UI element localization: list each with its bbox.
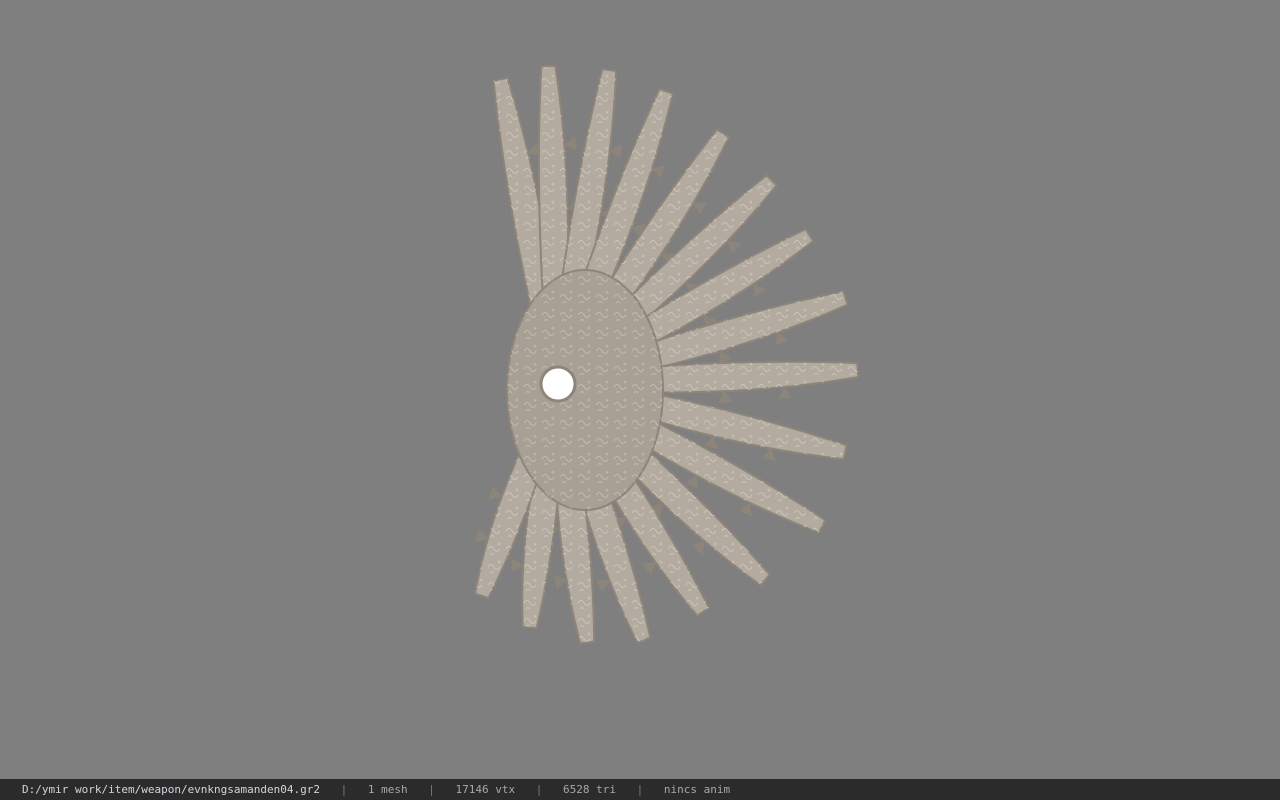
vertex-count-label: 17146 vtx [455,783,516,796]
blade-spike [563,136,576,151]
weapon-model-render[interactable] [0,0,1280,779]
shield-core [506,269,664,511]
triangle-count-label: 6528 tri [563,783,616,796]
blade-spike [511,558,524,573]
blade-spike [727,240,742,254]
blade-spike [739,502,752,517]
separator: | [340,783,348,796]
mesh-count-label: 1 mesh [367,783,408,796]
blade-spike [596,578,611,593]
center-hole [539,365,577,403]
3d-viewport[interactable] [0,0,1280,779]
blade-spike [718,390,733,404]
blade-spike [718,350,732,364]
blade-spike [753,283,767,297]
separator: | [535,783,543,796]
blade-spike [692,540,705,555]
file-path-label: D:/ymir work/item/weapon/evnkngsamanden0… [22,783,321,796]
separator: | [428,783,435,796]
status-bar: D:/ymir work/item/weapon/evnkngsamanden0… [0,779,1280,800]
separator: | [636,783,644,796]
blade-spike [692,202,708,215]
blade-spike [642,562,657,576]
animation-status-label: nincs anim [663,783,731,796]
blade-spike [775,331,789,346]
